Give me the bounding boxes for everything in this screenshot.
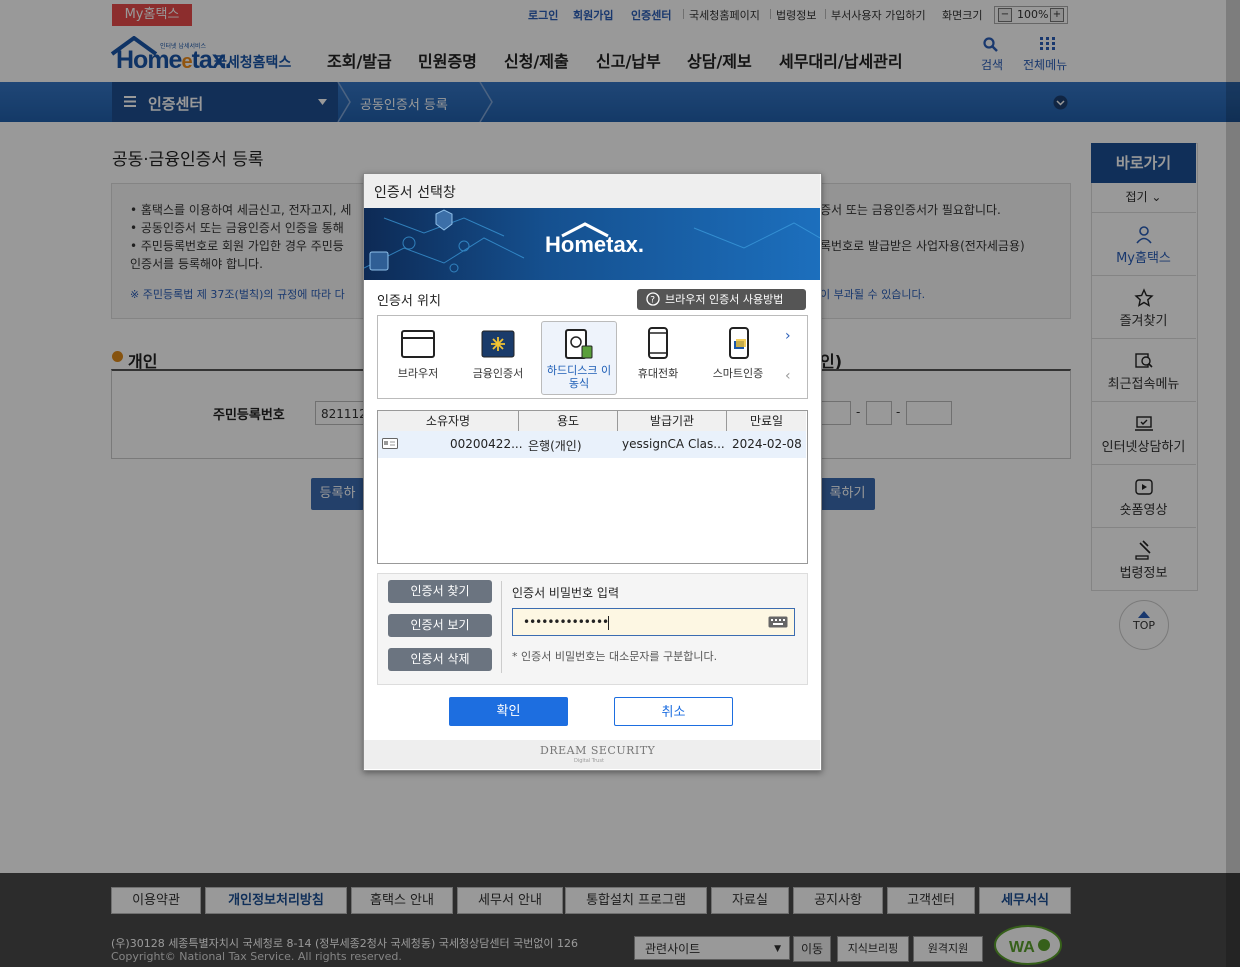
owner-name-masked [404, 437, 450, 451]
password-note: * 인증서 비밀번호는 대소문자를 구분합니다. [512, 650, 718, 663]
column-header-issuer[interactable]: 발급기관 [618, 411, 727, 432]
backdrop-edge [1226, 0, 1240, 967]
cancel-button[interactable]: 취소 [614, 697, 733, 726]
certificate-card-icon [382, 438, 398, 449]
dialog-title: 인증서 선택창 [374, 185, 456, 201]
mobile-phone-icon [648, 327, 668, 359]
browser-icon [401, 330, 435, 358]
password-value: •••••••••••••• [523, 615, 609, 629]
password-input[interactable]: •••••••••••••• [512, 608, 795, 636]
column-header-usage[interactable]: 용도 [519, 411, 618, 432]
location-label: 금융인증서 [472, 367, 524, 380]
browser-cert-help-button[interactable]: ? 브라우저 인증서 사용방법 [637, 289, 806, 310]
location-smart-cert[interactable]: 스마트인증 [701, 321, 775, 393]
chevron-right-icon[interactable]: › [785, 328, 791, 344]
column-header-expiry[interactable]: 만료일 [727, 411, 806, 432]
svg-text:?: ? [650, 296, 655, 306]
vendor-logo: DREAM SECURITY [540, 744, 656, 757]
help-button-label: 브라우저 인증서 사용방법 [665, 293, 784, 306]
confirm-button[interactable]: 확인 [449, 697, 568, 726]
banner-logo: Hometax. [545, 232, 645, 257]
location-label: 하드디스크 이동식 [546, 364, 612, 390]
smart-cert-icon [729, 327, 749, 359]
chevron-left-icon[interactable]: ‹ [785, 368, 791, 384]
vendor-tagline: Digital Trust [574, 758, 604, 764]
location-label: 브라우저 [397, 367, 439, 380]
column-header-owner[interactable]: 소유자명 [378, 411, 519, 432]
cell-expiry: 2024-02-08 [732, 437, 802, 451]
location-label: 인증서 위치 [377, 294, 441, 309]
location-label: 스마트인증 [712, 367, 764, 380]
harddisk-usb-icon [565, 329, 593, 359]
cell-usage: 은행(개인) [528, 439, 582, 453]
location-harddisk[interactable]: 하드디스크 이동식 [541, 321, 617, 395]
location-browser[interactable]: 브라우저 [381, 321, 455, 393]
view-cert-button[interactable]: 인증서 보기 [388, 614, 492, 637]
financial-cert-icon [481, 330, 515, 358]
password-label: 인증서 비밀번호 입력 [512, 586, 619, 600]
find-cert-button[interactable]: 인증서 찾기 [388, 580, 492, 603]
divider [501, 581, 502, 673]
cell-owner: 00200422... [450, 437, 523, 451]
location-financial-cert[interactable]: 금융인증서 [461, 321, 535, 393]
location-label: 휴대전화 [637, 367, 679, 380]
question-circle-icon: ? [646, 292, 660, 306]
cell-issuer: yessignCA Clas... [622, 437, 725, 451]
delete-cert-button[interactable]: 인증서 삭제 [388, 648, 492, 671]
virtual-keyboard-icon[interactable] [768, 616, 788, 628]
location-mobile[interactable]: 휴대전화 [621, 321, 695, 393]
